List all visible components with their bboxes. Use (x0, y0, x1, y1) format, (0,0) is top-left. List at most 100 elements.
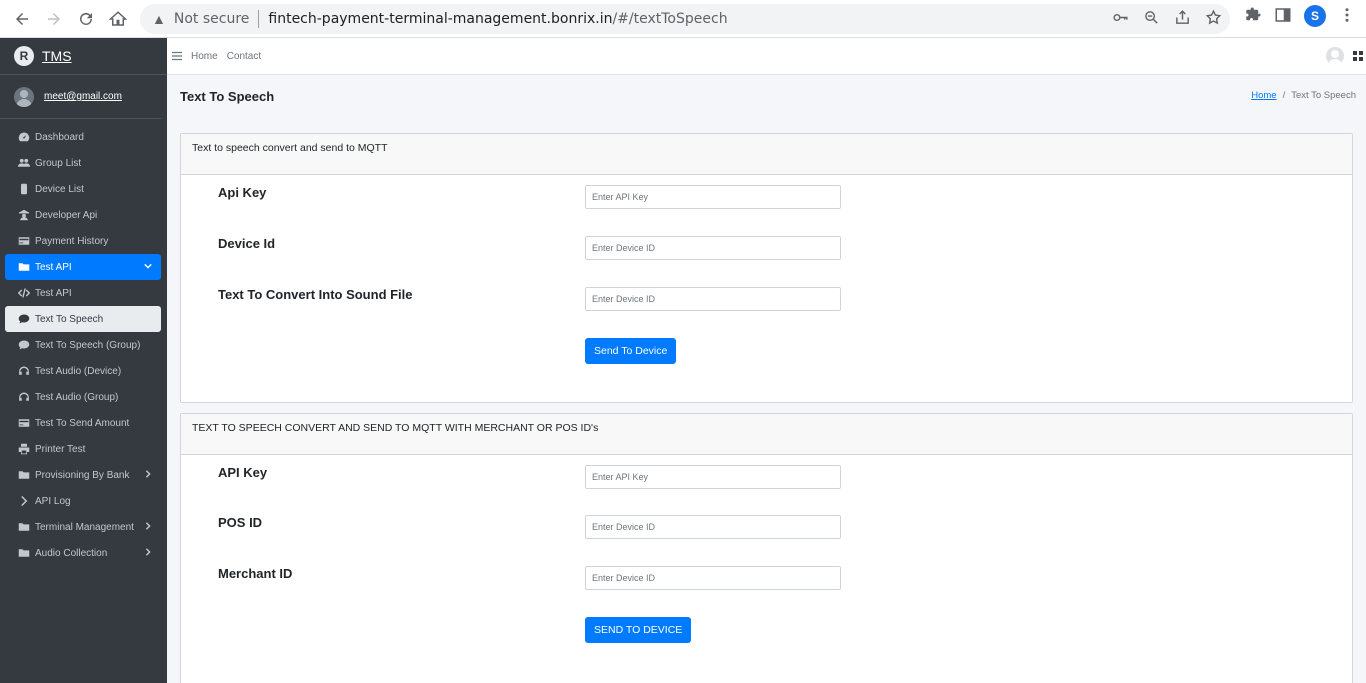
print-icon (18, 443, 30, 455)
brand[interactable]: R TMS (0, 38, 167, 75)
mobile-icon (18, 183, 30, 195)
text-row: Text To Convert Into Sound File (181, 277, 1352, 328)
text-to-convert-label: Text To Convert Into Sound File (218, 287, 413, 302)
browser-toolbar: ▲ Not secure fintech-payment-terminal-ma… (0, 0, 1366, 38)
profile-avatar[interactable]: S (1304, 5, 1326, 27)
sidebar-item-device-list[interactable]: Device List (5, 176, 161, 202)
sidebar-item-group-list[interactable]: Group List (5, 150, 161, 176)
button-row: SEND TO DEVICE (181, 607, 1352, 667)
back-icon[interactable] (6, 3, 38, 35)
comment-icon (18, 313, 30, 325)
merchant-id-input[interactable] (585, 566, 841, 590)
sidebar-item-dashboard[interactable]: Dashboard (5, 124, 161, 150)
sidebar-item-label: Audio Collection (35, 547, 108, 559)
sidebar-item-label: Group List (35, 157, 82, 169)
chevron-right-icon (145, 522, 151, 530)
address-bar[interactable]: ▲ Not secure fintech-payment-terminal-ma… (140, 4, 1230, 34)
home-icon[interactable] (102, 3, 134, 35)
text-to-convert-input[interactable] (585, 287, 841, 311)
sidebar-item-test-to-send-amount[interactable]: Test To Send Amount (5, 410, 161, 436)
sidebar-item-label: Terminal Management (35, 521, 134, 533)
sidebar-item-label: Text To Speech (35, 313, 104, 325)
zoom-icon[interactable] (1143, 9, 1160, 29)
comment-icon (18, 339, 30, 351)
brand-logo: R (14, 46, 34, 66)
pos-id-label: POS ID (218, 515, 263, 530)
send-to-device-uppercase-button[interactable]: SEND TO DEVICE (585, 617, 692, 643)
sidebar-item-label: Dashboard (35, 131, 84, 143)
device-id-input[interactable] (585, 236, 841, 260)
sidebar-item-label: Printer Test (35, 443, 86, 455)
device-id-label: Device Id (218, 236, 276, 251)
merchant-api-key-row: API Key (181, 455, 1352, 505)
sidebar-item-label: Test API (35, 261, 72, 273)
tts-merchant-card: TEXT TO SPEECH CONVERT AND SEND TO MQTT … (180, 413, 1353, 683)
folder-icon (18, 261, 30, 273)
sidebar-item-label: Test To Send Amount (35, 417, 130, 429)
sidebar-item-label: Test Audio (Group) (35, 391, 119, 403)
forward-icon[interactable] (38, 3, 70, 35)
breadcrumb-separator: / (1282, 90, 1286, 101)
sidebar-item-test-api[interactable]: Test API (5, 280, 161, 306)
sidebar-item-developer-api[interactable]: Developer Api (5, 202, 161, 228)
card-header: TEXT TO SPEECH CONVERT AND SEND TO MQTT … (181, 414, 1352, 455)
star-icon[interactable] (1205, 9, 1222, 29)
headphones-icon (18, 365, 30, 377)
reload-icon[interactable] (70, 3, 102, 35)
chevron-right-icon (145, 470, 151, 478)
sidebar-item-test-api-group[interactable]: Test API (5, 254, 161, 280)
sidebar-item-audio-collection[interactable]: Audio Collection (5, 540, 161, 566)
sidebar-item-label: Test API (35, 287, 72, 299)
sidebar-item-payment-history[interactable]: Payment History (5, 228, 161, 254)
sidebar-item-api-log[interactable]: API Log (5, 488, 161, 514)
chevron-right-icon (145, 548, 151, 556)
user-avatar-icon[interactable] (1326, 47, 1344, 65)
chevron-right-icon (18, 495, 30, 507)
user-email-link[interactable]: meet@gmail.com (44, 91, 122, 102)
dashboard-icon (18, 131, 30, 143)
sidebar-item-label: Device List (35, 183, 84, 195)
extensions-icon[interactable] (1244, 6, 1262, 27)
hamburger-menu-icon[interactable] (172, 51, 182, 61)
merchant-api-key-label: API Key (218, 465, 268, 480)
omnibox-divider (258, 10, 260, 28)
side-panel-icon[interactable] (1274, 6, 1292, 27)
breadcrumb-current: Text To Speech (1291, 90, 1356, 101)
api-key-input[interactable] (585, 185, 841, 209)
sidebar-item-label: Provisioning By Bank (35, 469, 130, 481)
tts-card: Text to speech convert and send to MQTT … (180, 133, 1353, 403)
brand-text[interactable]: TMS (42, 48, 72, 64)
user-panel: meet@gmail.com (0, 75, 161, 119)
nav-contact-link[interactable]: Contact (227, 51, 261, 62)
sidebar-item-text-to-speech-group[interactable]: Text To Speech (Group) (5, 332, 161, 358)
breadcrumb-home-link[interactable]: Home (1251, 90, 1276, 101)
folder-icon (18, 469, 30, 481)
user-icon (18, 209, 30, 221)
sidebar-item-test-audio-group[interactable]: Test Audio (Group) (5, 384, 161, 410)
sidebar-item-terminal-management[interactable]: Terminal Management (5, 514, 161, 540)
share-icon[interactable] (1174, 9, 1191, 29)
more-menu-icon[interactable] (1338, 6, 1356, 27)
apps-grid-icon[interactable] (1353, 51, 1363, 61)
sidebar-item-text-to-speech[interactable]: Text To Speech (5, 306, 161, 332)
sidebar-item-label: Developer Api (35, 209, 98, 221)
sidebar: R TMS meet@gmail.com Dashboard Group Lis… (0, 38, 167, 683)
page-title: Text To Speech (180, 89, 275, 104)
sidebar-item-provisioning-by-bank[interactable]: Provisioning By Bank (5, 462, 161, 488)
pos-id-input[interactable] (585, 515, 841, 539)
sidebar-item-test-audio-device[interactable]: Test Audio (Device) (5, 358, 161, 384)
code-icon (18, 287, 30, 299)
warning-icon: ▲ (152, 11, 166, 27)
url-text: fintech-payment-terminal-management.bonr… (268, 11, 728, 27)
folder-icon (18, 547, 30, 559)
merchant-id-row: Merchant ID (181, 556, 1352, 607)
sidebar-item-label: API Log (35, 495, 71, 507)
sidebar-item-printer-test[interactable]: Printer Test (5, 436, 161, 462)
nav-home-link[interactable]: Home (191, 51, 218, 62)
button-row: Send To Device (181, 328, 1352, 388)
key-icon[interactable] (1112, 9, 1129, 29)
send-to-device-button[interactable]: Send To Device (585, 338, 677, 364)
sidebar-item-label: Text To Speech (Group) (35, 339, 141, 351)
merchant-api-key-input[interactable] (585, 465, 841, 489)
headphones-icon (18, 391, 30, 403)
